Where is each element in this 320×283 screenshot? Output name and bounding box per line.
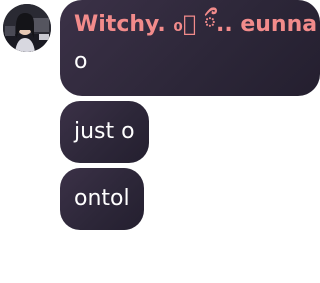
message-bubble[interactable]: just o [60, 101, 149, 163]
message-text: o [74, 49, 88, 74]
chat-thread: Witchy. ₀⃘ ྀ.. eunna o just o ontol [0, 0, 320, 283]
message-bubble[interactable]: Witchy. ₀⃘ ྀ.. eunna o [60, 0, 320, 96]
message-bubble[interactable]: ontol [60, 168, 144, 230]
user-avatar-icon [3, 4, 51, 52]
sender-name[interactable]: Witchy. ₀⃘ ྀ.. eunna [74, 10, 317, 40]
message-text: just o [74, 119, 135, 144]
message-text: ontol [74, 186, 130, 211]
avatar[interactable] [3, 4, 51, 52]
